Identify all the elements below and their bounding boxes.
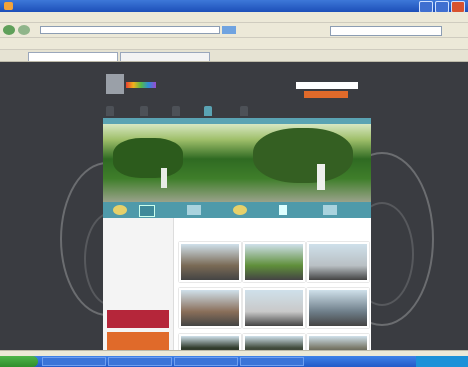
- sun-icon[interactable]: [233, 205, 247, 215]
- forward-button-icon[interactable]: [18, 25, 30, 35]
- taskbar: [0, 356, 468, 367]
- gallery-thumbnail[interactable]: [243, 242, 305, 282]
- address-bar[interactable]: [40, 26, 220, 34]
- promo-banner[interactable]: [107, 310, 169, 328]
- site-main-nav: [100, 106, 372, 116]
- taskbar-task[interactable]: [174, 357, 238, 366]
- category-icon[interactable]: [279, 205, 287, 215]
- search-input[interactable]: [330, 26, 442, 36]
- gallery-thumbnail[interactable]: [307, 288, 369, 328]
- window-titlebar: [0, 0, 468, 13]
- browser-tab[interactable]: [120, 52, 210, 61]
- promo-banner-orange[interactable]: [107, 332, 169, 350]
- browser-app-icon: [4, 2, 13, 10]
- taskbar-task[interactable]: [42, 357, 106, 366]
- category-icon[interactable]: [323, 205, 337, 215]
- site-nav-item-active[interactable]: [204, 106, 212, 116]
- sun-icon[interactable]: [113, 205, 127, 215]
- gallery-thumbnail[interactable]: [243, 288, 305, 328]
- bookmarks-toolbar: [0, 38, 468, 50]
- page-viewport: [0, 62, 468, 356]
- banner-statue: [161, 168, 167, 188]
- gallery-thumbnail[interactable]: [179, 242, 241, 282]
- menu-bar: [0, 12, 468, 23]
- taskbar-task[interactable]: [108, 357, 172, 366]
- site-nav-item[interactable]: [106, 106, 114, 116]
- content-area: [103, 218, 371, 356]
- website: [100, 62, 372, 356]
- site-nav-item[interactable]: [172, 106, 180, 116]
- site-logo[interactable]: [106, 74, 124, 94]
- site-nav-item[interactable]: [140, 106, 148, 116]
- sidebar: [103, 218, 174, 356]
- back-button-icon[interactable]: [3, 25, 15, 35]
- category-icon[interactable]: [139, 205, 155, 217]
- gallery-thumbnail[interactable]: [307, 242, 369, 282]
- system-tray-clock: [416, 356, 468, 367]
- go-button-icon[interactable]: [222, 26, 236, 34]
- category-icon-bar: [103, 202, 371, 218]
- start-button[interactable]: [0, 356, 38, 367]
- logo-color-strip: [126, 82, 156, 88]
- banner-image: [103, 124, 371, 202]
- banner-statue: [317, 164, 325, 190]
- gallery-thumbnail[interactable]: [179, 288, 241, 328]
- tab-strip: [0, 50, 468, 62]
- banner-tree: [113, 138, 183, 178]
- banner-tree: [253, 128, 353, 183]
- category-icon[interactable]: [187, 205, 201, 215]
- taskbar-task[interactable]: [240, 357, 304, 366]
- header-action-button[interactable]: [304, 91, 348, 98]
- site-nav-item[interactable]: [240, 106, 248, 116]
- navigation-toolbar: [0, 23, 468, 38]
- header-search-input[interactable]: [296, 82, 358, 89]
- browser-tab-active[interactable]: [28, 52, 118, 61]
